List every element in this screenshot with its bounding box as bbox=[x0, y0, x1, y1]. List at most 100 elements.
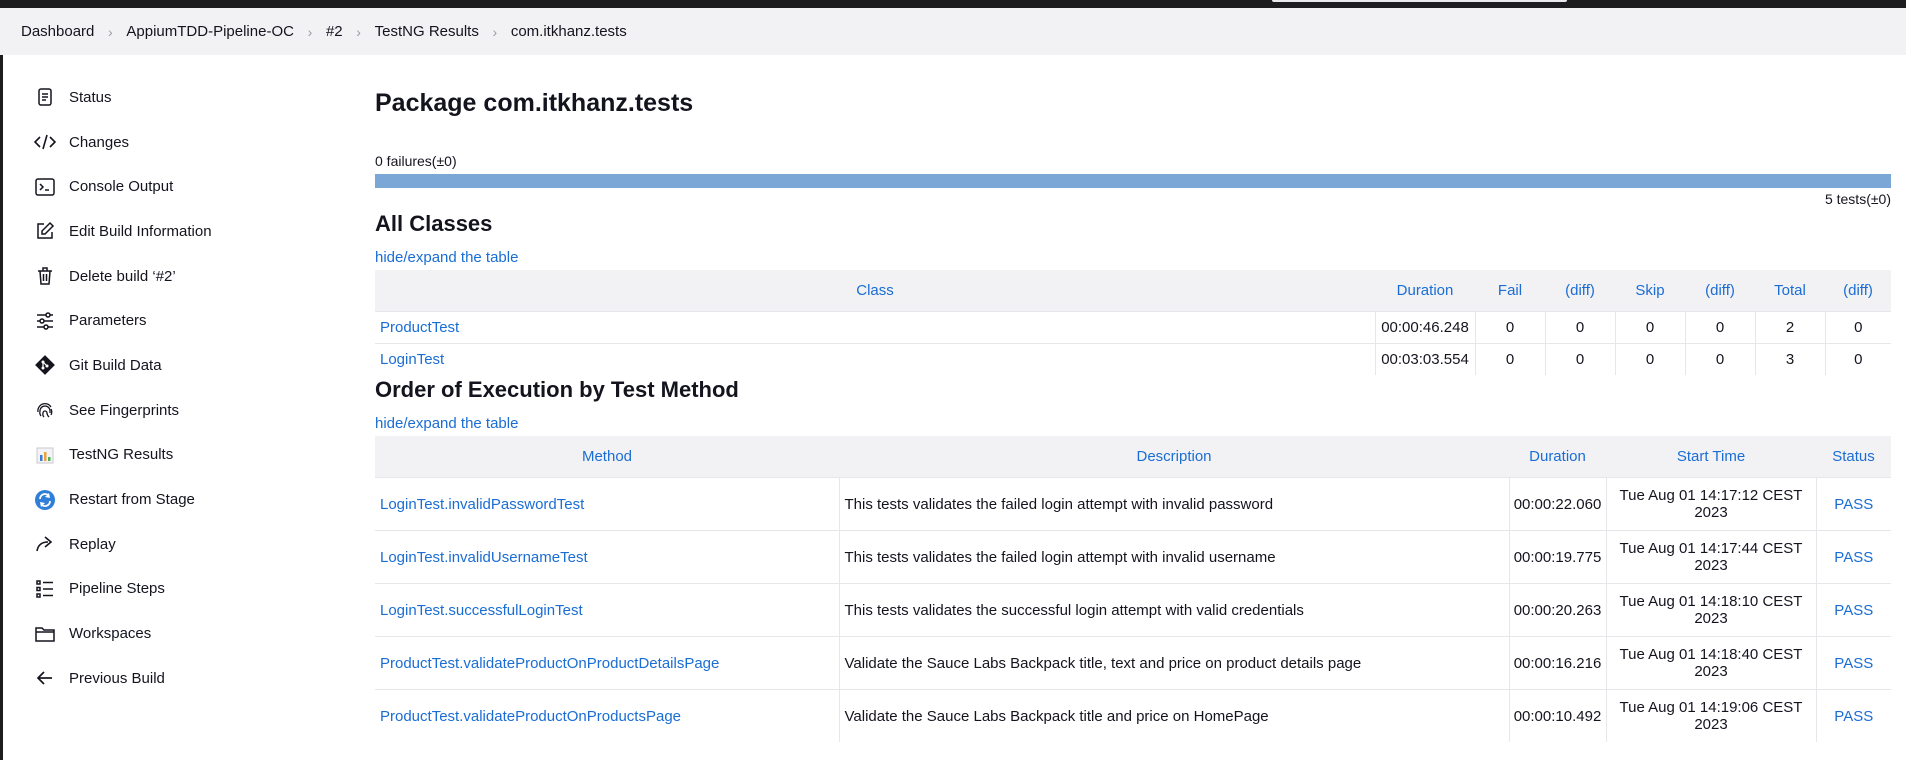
column-header-method[interactable]: Method bbox=[375, 436, 839, 478]
failures-summary: 0 failures(±0) bbox=[375, 153, 457, 169]
table-row: LoginTest.invalidPasswordTest This tests… bbox=[375, 477, 1891, 531]
breadcrumb: Dashboard › AppiumTDD-Pipeline-OC › #2 ›… bbox=[0, 8, 1906, 55]
class-total-diff: 0 bbox=[1824, 311, 1891, 344]
replay-icon bbox=[34, 533, 56, 555]
method-status: PASS bbox=[1815, 583, 1891, 637]
sidebar-item-parameters[interactable]: Parameters bbox=[0, 298, 350, 343]
breadcrumb-pipeline[interactable]: AppiumTDD-Pipeline-OC bbox=[126, 23, 294, 40]
table-row: LoginTest.successfulLoginTest This tests… bbox=[375, 583, 1891, 637]
method-start-time: Tue Aug 01 14:17:12 CEST 2023 bbox=[1605, 477, 1816, 531]
method-link[interactable]: LoginTest.invalidUsernameTest bbox=[375, 530, 839, 584]
breadcrumb-build[interactable]: #2 bbox=[326, 23, 343, 40]
sidebar-item-status[interactable]: Status bbox=[0, 75, 350, 120]
method-duration: 00:00:20.263 bbox=[1508, 583, 1606, 637]
sidebar-item-label: TestNG Results bbox=[69, 446, 174, 464]
column-header-total[interactable]: Total bbox=[1755, 270, 1825, 312]
fingerprint-icon bbox=[34, 399, 56, 421]
trash-icon bbox=[34, 265, 56, 287]
sidebar-item-delete-build[interactable]: Delete build ‘#2’ bbox=[0, 254, 350, 299]
column-header-fail[interactable]: Fail bbox=[1475, 270, 1545, 312]
method-description: Validate the Sauce Labs Backpack title a… bbox=[838, 689, 1509, 742]
class-skip: 0 bbox=[1614, 311, 1685, 344]
method-start-time: Tue Aug 01 14:18:10 CEST 2023 bbox=[1605, 583, 1816, 637]
sidebar-item-fingerprints[interactable]: See Fingerprints bbox=[0, 388, 350, 433]
code-icon bbox=[34, 131, 56, 153]
class-fail-diff: 0 bbox=[1544, 343, 1615, 375]
sidebar-item-git-build-data[interactable]: Git Build Data bbox=[0, 343, 350, 388]
sidebar-item-label: Edit Build Information bbox=[69, 222, 212, 240]
sidebar-item-workspaces[interactable]: Workspaces bbox=[0, 611, 350, 656]
sidebar-item-restart-from-stage[interactable]: Restart from Stage bbox=[0, 477, 350, 522]
class-skip-diff: 0 bbox=[1684, 311, 1755, 344]
restart-icon bbox=[34, 489, 56, 511]
execution-order-heading: Order of Execution by Test Method bbox=[375, 377, 739, 402]
classes-table: Class Duration Fail (diff) Skip (diff) T… bbox=[375, 270, 1891, 375]
column-header-class[interactable]: Class bbox=[375, 270, 1375, 312]
column-header-duration[interactable]: Duration bbox=[1509, 436, 1606, 478]
method-link[interactable]: ProductTest.validateProductOnProductsPag… bbox=[375, 689, 839, 742]
class-total: 3 bbox=[1754, 343, 1825, 375]
search-bar-edge[interactable] bbox=[1272, 0, 1567, 2]
git-icon bbox=[34, 354, 56, 376]
column-header-duration[interactable]: Duration bbox=[1375, 270, 1475, 312]
sidebar-item-pipeline-steps[interactable]: Pipeline Steps bbox=[0, 567, 350, 612]
page-title: Package com.itkhanz.tests bbox=[375, 89, 694, 117]
sidebar-item-label: Status bbox=[69, 88, 112, 106]
method-status: PASS bbox=[1815, 530, 1891, 584]
column-header-total-diff[interactable]: (diff) bbox=[1825, 270, 1891, 312]
terminal-icon bbox=[34, 176, 56, 198]
breadcrumb-package[interactable]: com.itkhanz.tests bbox=[511, 23, 627, 40]
top-bar bbox=[0, 0, 1906, 8]
sidebar-item-console-output[interactable]: Console Output bbox=[0, 164, 350, 209]
class-link[interactable]: LoginTest bbox=[375, 343, 1375, 375]
hide-expand-methods-link[interactable]: hide/expand the table bbox=[375, 415, 518, 432]
method-duration: 00:00:19.775 bbox=[1508, 530, 1606, 584]
sidebar-item-testng-results[interactable]: TestNG Results bbox=[0, 433, 350, 478]
methods-header-row: Method Description Duration Start Time S… bbox=[375, 436, 1891, 478]
class-fail: 0 bbox=[1474, 311, 1545, 344]
classes-header-row: Class Duration Fail (diff) Skip (diff) T… bbox=[375, 270, 1891, 312]
column-header-start-time[interactable]: Start Time bbox=[1606, 436, 1816, 478]
methods-table: Method Description Duration Start Time S… bbox=[375, 436, 1891, 742]
table-row: ProductTest.validateProductOnProductsPag… bbox=[375, 689, 1891, 742]
sidebar: Status Changes Console Output Edit Build… bbox=[0, 75, 350, 701]
class-link[interactable]: ProductTest bbox=[375, 311, 1375, 344]
method-link[interactable]: LoginTest.successfulLoginTest bbox=[375, 583, 839, 637]
chevron-right-icon: › bbox=[108, 23, 113, 40]
method-status: PASS bbox=[1815, 477, 1891, 531]
method-duration: 00:00:16.216 bbox=[1508, 636, 1606, 690]
all-classes-heading: All Classes bbox=[375, 211, 493, 236]
steps-icon bbox=[34, 578, 56, 600]
sidebar-item-replay[interactable]: Replay bbox=[0, 522, 350, 567]
sidebar-item-changes[interactable]: Changes bbox=[0, 120, 350, 165]
status-icon bbox=[34, 86, 56, 108]
breadcrumb-testng-results[interactable]: TestNG Results bbox=[375, 23, 479, 40]
breadcrumb-dashboard[interactable]: Dashboard bbox=[21, 23, 94, 40]
sidebar-item-label: Workspaces bbox=[69, 625, 152, 643]
column-header-status[interactable]: Status bbox=[1816, 436, 1891, 478]
chevron-right-icon: › bbox=[492, 23, 498, 40]
sidebar-item-previous-build[interactable]: Previous Build bbox=[0, 656, 350, 701]
sidebar-item-edit-build-info[interactable]: Edit Build Information bbox=[0, 209, 350, 254]
sidebar-item-label: Pipeline Steps bbox=[69, 580, 165, 598]
method-link[interactable]: ProductTest.validateProductOnProductDeta… bbox=[375, 636, 839, 690]
testng-icon bbox=[34, 444, 56, 466]
sidebar-item-label: Replay bbox=[69, 535, 116, 553]
method-link[interactable]: LoginTest.invalidPasswordTest bbox=[375, 477, 839, 531]
hide-expand-classes-link[interactable]: hide/expand the table bbox=[375, 249, 518, 266]
sidebar-item-label: Parameters bbox=[69, 312, 147, 330]
method-duration: 00:00:10.492 bbox=[1508, 689, 1606, 742]
table-row: ProductTest 00:00:46.248 0 0 0 0 2 0 bbox=[375, 311, 1891, 344]
table-row: LoginTest.invalidUsernameTest This tests… bbox=[375, 530, 1891, 584]
sidebar-item-label: Restart from Stage bbox=[69, 491, 195, 509]
arrow-left-icon bbox=[34, 667, 56, 689]
class-duration: 00:03:03.554 bbox=[1374, 343, 1475, 375]
column-header-skip[interactable]: Skip bbox=[1615, 270, 1685, 312]
column-header-description[interactable]: Description bbox=[839, 436, 1509, 478]
table-row: LoginTest 00:03:03.554 0 0 0 0 3 0 bbox=[375, 343, 1891, 375]
folder-icon bbox=[34, 623, 56, 645]
class-fail: 0 bbox=[1474, 343, 1545, 375]
method-description: Validate the Sauce Labs Backpack title, … bbox=[838, 636, 1509, 690]
column-header-fail-diff[interactable]: (diff) bbox=[1545, 270, 1615, 312]
column-header-skip-diff[interactable]: (diff) bbox=[1685, 270, 1755, 312]
